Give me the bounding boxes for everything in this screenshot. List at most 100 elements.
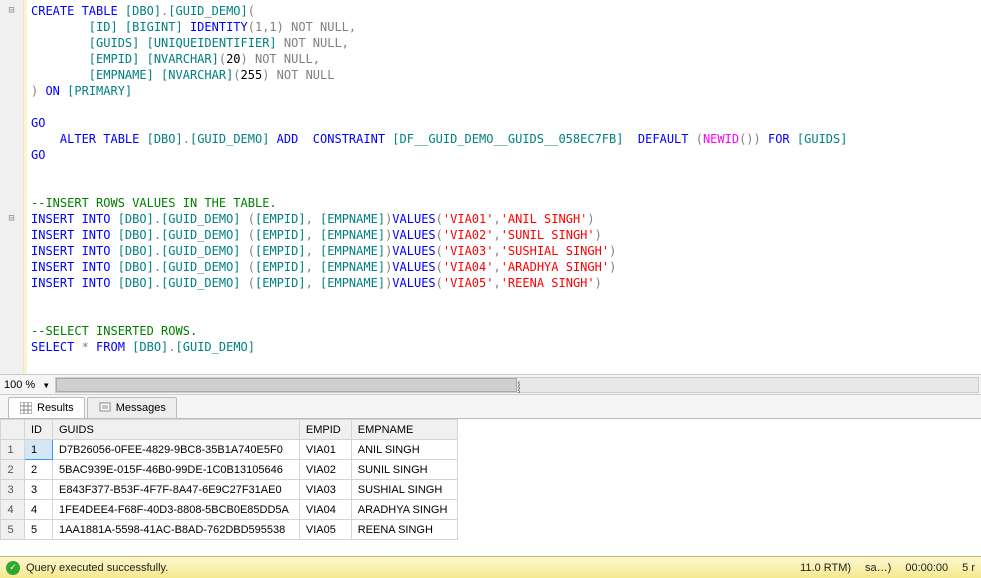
cell[interactable]: ARADHYA SINGH xyxy=(351,500,458,520)
cell[interactable]: 3 xyxy=(25,480,53,500)
fold-toggle[interactable] xyxy=(0,307,23,323)
code-line[interactable]: [EMPID] [NVARCHAR](20) NOT NULL, xyxy=(31,51,981,67)
row-number[interactable]: 3 xyxy=(1,480,25,500)
column-header[interactable]: ID xyxy=(25,420,53,440)
fold-toggle[interactable] xyxy=(0,227,23,243)
success-icon: ✓ xyxy=(6,561,20,575)
code-line[interactable]: [EMPNAME] [NVARCHAR](255) NOT NULL xyxy=(31,67,981,83)
fold-toggle[interactable] xyxy=(0,35,23,51)
result-tabs: Results Messages xyxy=(0,395,981,419)
tab-results-label: Results xyxy=(37,402,74,414)
code-line[interactable]: INSERT INTO [DBO].[GUID_DEMO] ([EMPID], … xyxy=(31,275,981,291)
code-line[interactable]: ALTER TABLE [DBO].[GUID_DEMO] ADD CONSTR… xyxy=(31,131,981,147)
fold-toggle[interactable] xyxy=(0,179,23,195)
code-line[interactable] xyxy=(31,307,981,323)
table-row[interactable]: 11D7B26056-0FEE-4829-9BC8-35B1A740E5F0VI… xyxy=(1,440,458,460)
fold-toggle[interactable] xyxy=(0,259,23,275)
status-message: Query executed successfully. xyxy=(26,562,168,574)
cell[interactable]: SUNIL SINGH xyxy=(351,460,458,480)
cell[interactable]: ANIL SINGH xyxy=(351,440,458,460)
fold-toggle[interactable] xyxy=(0,291,23,307)
status-bar: ✓ Query executed successfully. 11.0 RTM)… xyxy=(0,556,981,578)
fold-toggle[interactable] xyxy=(0,323,23,339)
code-line[interactable]: INSERT INTO [DBO].[GUID_DEMO] ([EMPID], … xyxy=(31,243,981,259)
table-row[interactable]: 225BAC939E-015F-46B0-99DE-1C0B13105646VI… xyxy=(1,460,458,480)
code-line[interactable]: INSERT INTO [DBO].[GUID_DEMO] ([EMPID], … xyxy=(31,259,981,275)
tab-results[interactable]: Results xyxy=(8,397,85,418)
code-line[interactable]: ) ON [PRIMARY] xyxy=(31,83,981,99)
cell[interactable]: SUSHIAL SINGH xyxy=(351,480,458,500)
code-line[interactable]: INSERT INTO [DBO].[GUID_DEMO] ([EMPID], … xyxy=(31,227,981,243)
zoom-dropdown-icon[interactable]: ▾ xyxy=(39,378,53,392)
table-row[interactable]: 33E843F377-B53F-4F7F-8A47-6E9C27F31AE0VI… xyxy=(1,480,458,500)
fold-toggle[interactable] xyxy=(0,115,23,131)
cell[interactable]: 4 xyxy=(25,500,53,520)
fold-toggle[interactable] xyxy=(0,163,23,179)
fold-toggle[interactable] xyxy=(0,67,23,83)
cell[interactable]: VIA05 xyxy=(299,520,351,540)
horizontal-scrollbar[interactable]: ⸾ xyxy=(55,377,979,393)
fold-gutter[interactable]: ⊟⊟ xyxy=(0,0,24,374)
code-line[interactable]: [GUIDS] [UNIQUEIDENTIFIER] NOT NULL, xyxy=(31,35,981,51)
row-number[interactable]: 4 xyxy=(1,500,25,520)
code-line[interactable] xyxy=(31,355,981,371)
table-row[interactable]: 551AA1881A-5598-41AC-B8AD-762DBD595538VI… xyxy=(1,520,458,540)
fold-toggle[interactable] xyxy=(0,355,23,371)
messages-icon xyxy=(98,401,112,415)
cell[interactable]: 2 xyxy=(25,460,53,480)
code-line[interactable]: CREATE TABLE [DBO].[GUID_DEMO]( xyxy=(31,3,981,19)
column-header[interactable]: EMPID xyxy=(299,420,351,440)
cell[interactable]: 5BAC939E-015F-46B0-99DE-1C0B13105646 xyxy=(53,460,300,480)
code-line[interactable]: --SELECT INSERTED ROWS. xyxy=(31,323,981,339)
code-line[interactable]: --INSERT ROWS VALUES IN THE TABLE. xyxy=(31,195,981,211)
fold-toggle[interactable] xyxy=(0,131,23,147)
scrollbar-thumb[interactable] xyxy=(56,378,517,392)
cell[interactable]: 5 xyxy=(25,520,53,540)
fold-toggle[interactable] xyxy=(0,243,23,259)
code-line[interactable]: SELECT * FROM [DBO].[GUID_DEMO] xyxy=(31,339,981,355)
cell[interactable]: VIA04 xyxy=(299,500,351,520)
code-line[interactable] xyxy=(31,179,981,195)
fold-toggle[interactable]: ⊟ xyxy=(0,211,23,227)
code-line[interactable]: INSERT INTO [DBO].[GUID_DEMO] ([EMPID], … xyxy=(31,211,981,227)
column-header[interactable] xyxy=(1,420,25,440)
code-line[interactable] xyxy=(31,99,981,115)
code-line[interactable]: [ID] [BIGINT] IDENTITY(1,1) NOT NULL, xyxy=(31,19,981,35)
cell[interactable]: VIA02 xyxy=(299,460,351,480)
editor-zoom-bar: 100 % ▾ ⸾ xyxy=(0,374,981,394)
cell[interactable]: 1AA1881A-5598-41AC-B8AD-762DBD595538 xyxy=(53,520,300,540)
code-line[interactable] xyxy=(31,291,981,307)
fold-toggle[interactable] xyxy=(0,147,23,163)
code-line[interactable] xyxy=(31,163,981,179)
fold-toggle[interactable] xyxy=(0,275,23,291)
cell[interactable]: 1FE4DEE4-F68F-40D3-8808-5BCB0E85DD5A xyxy=(53,500,300,520)
zoom-level[interactable]: 100 % xyxy=(0,379,39,391)
status-user: sa…) xyxy=(865,562,891,574)
column-header[interactable]: EMPNAME xyxy=(351,420,458,440)
row-number[interactable]: 1 xyxy=(1,440,25,460)
fold-toggle[interactable] xyxy=(0,339,23,355)
cell[interactable]: 1 xyxy=(25,440,53,460)
column-header[interactable]: GUIDS xyxy=(53,420,300,440)
cell[interactable]: REENA SINGH xyxy=(351,520,458,540)
sql-code-area[interactable]: CREATE TABLE [DBO].[GUID_DEMO]( [ID] [BI… xyxy=(24,0,981,374)
cell[interactable]: E843F377-B53F-4F7F-8A47-6E9C27F31AE0 xyxy=(53,480,300,500)
fold-toggle[interactable] xyxy=(0,99,23,115)
code-line[interactable]: GO xyxy=(31,147,981,163)
fold-toggle[interactable] xyxy=(0,83,23,99)
fold-toggle[interactable]: ⊟ xyxy=(0,3,23,19)
fold-toggle[interactable] xyxy=(0,51,23,67)
table-row[interactable]: 441FE4DEE4-F68F-40D3-8808-5BCB0E85DD5AVI… xyxy=(1,500,458,520)
row-number[interactable]: 2 xyxy=(1,460,25,480)
cell[interactable]: VIA01 xyxy=(299,440,351,460)
code-line[interactable]: GO xyxy=(31,115,981,131)
fold-toggle[interactable] xyxy=(0,19,23,35)
cell[interactable]: VIA03 xyxy=(299,480,351,500)
tab-messages[interactable]: Messages xyxy=(87,397,177,418)
results-grid[interactable]: IDGUIDSEMPIDEMPNAME11D7B26056-0FEE-4829-… xyxy=(0,419,458,540)
cell[interactable]: D7B26056-0FEE-4829-9BC8-35B1A740E5F0 xyxy=(53,440,300,460)
scrollbar-marker: ⸾ xyxy=(517,379,521,393)
row-number[interactable]: 5 xyxy=(1,520,25,540)
sql-editor-pane: ⊟⊟ CREATE TABLE [DBO].[GUID_DEMO]( [ID] … xyxy=(0,0,981,395)
fold-toggle[interactable] xyxy=(0,195,23,211)
